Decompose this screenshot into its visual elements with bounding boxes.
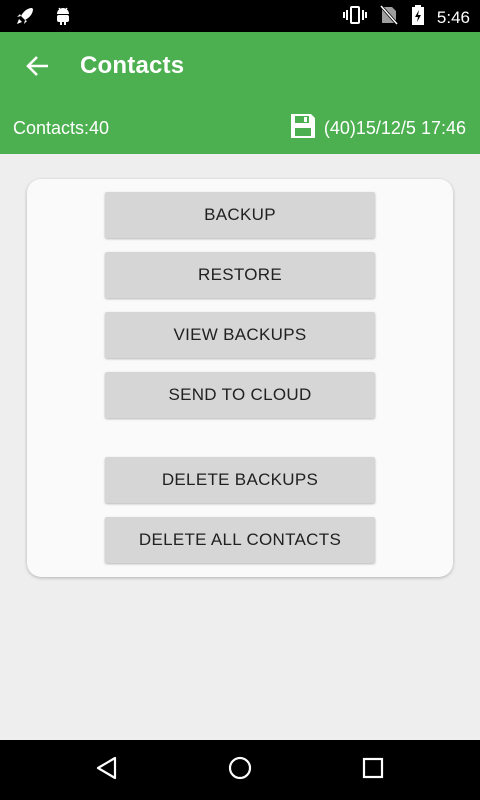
last-backup-info: (40)15/12/5 17:46 [290, 113, 466, 144]
no-sim-icon [379, 4, 399, 31]
rocket-icon [14, 5, 36, 32]
status-right-icons: 5:46 [342, 4, 470, 31]
contacts-count: Contacts:40 [13, 118, 110, 138]
battery-charging-icon [411, 4, 425, 31]
home-circle-icon [227, 755, 253, 786]
vibrate-icon [342, 4, 367, 31]
recents-square-icon [360, 755, 386, 786]
nav-back-button[interactable] [90, 753, 124, 787]
restore-button[interactable]: RESTORE [105, 252, 375, 298]
floppy-disk-icon [290, 113, 316, 144]
back-triangle-icon [94, 755, 120, 786]
back-button[interactable] [14, 44, 62, 92]
android-icon [52, 5, 74, 32]
status-time: 5:46 [436, 7, 470, 27]
nav-recents-button[interactable] [356, 753, 390, 787]
page-title: Contacts [80, 52, 185, 79]
navigation-bar [0, 740, 480, 800]
send-to-cloud-button[interactable]: SEND TO CLOUD [105, 372, 375, 418]
status-left-icons [14, 5, 74, 32]
nav-home-button[interactable] [223, 753, 257, 787]
arrow-back-icon [25, 53, 51, 84]
view-backups-button[interactable]: VIEW BACKUPS [105, 312, 375, 358]
delete-all-contacts-button[interactable]: DELETE ALL CONTACTS [105, 517, 375, 563]
backup-button[interactable]: BACKUP [105, 192, 375, 238]
status-bar: 5:46 [0, 0, 480, 32]
app-bar: Contacts Contacts:40 (40)15/12/5 17:46 [0, 32, 480, 154]
delete-backups-button[interactable]: DELETE BACKUPS [105, 457, 375, 503]
last-backup-text: (40)15/12/5 17:46 [323, 118, 466, 138]
actions-card: BACKUP RESTORE VIEW BACKUPS SEND TO CLOU… [27, 179, 453, 577]
